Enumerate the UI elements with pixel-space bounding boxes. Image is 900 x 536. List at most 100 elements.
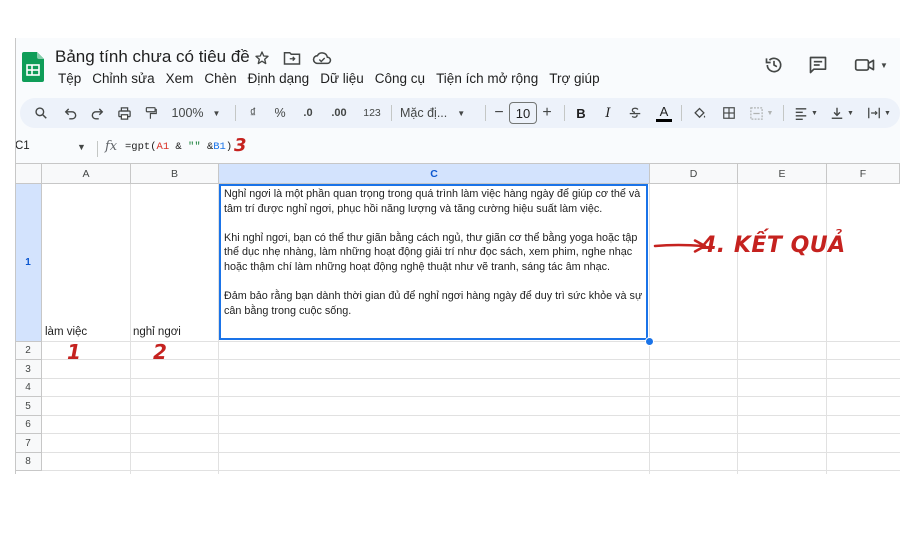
chevron-down-icon: ▼ xyxy=(884,109,891,117)
fill-handle[interactable] xyxy=(645,337,654,346)
annotation-result: 4. KẾT QUẢ xyxy=(701,233,846,258)
title-actions xyxy=(251,47,333,69)
column-header-b[interactable]: B xyxy=(131,164,219,184)
star-icon[interactable] xyxy=(251,47,273,69)
row-header-4[interactable]: 4 xyxy=(15,379,42,397)
search-menus-icon[interactable] xyxy=(30,98,52,128)
c1-paragraph: Nghỉ ngơi là một phần quan trọng trong q… xyxy=(224,188,641,215)
formula-text: & xyxy=(200,141,214,153)
decrease-font-size-icon[interactable]: − xyxy=(492,98,506,128)
zoom-select[interactable]: 100% ▼ xyxy=(170,98,222,128)
menu-data[interactable]: Dữ liệu xyxy=(317,71,369,86)
print-icon[interactable] xyxy=(113,98,135,128)
toolbar-divider xyxy=(783,105,784,121)
grid-line xyxy=(42,378,900,379)
c1-paragraph: Đảm bảo rằng bạn dành thời gian đủ để ng… xyxy=(224,290,643,317)
undo-icon[interactable] xyxy=(60,98,82,128)
more-formats-button[interactable]: 123 xyxy=(359,98,385,128)
italic-button[interactable]: I xyxy=(599,98,617,128)
bold-button[interactable]: B xyxy=(572,98,590,128)
grid-line xyxy=(42,415,900,416)
formula-bar: C1 ▼ fx =gpt(A1 & "" &B1) 3 xyxy=(15,135,900,162)
column-header-a[interactable]: A xyxy=(42,164,131,184)
decrease-decimal-button[interactable]: .0 xyxy=(297,98,319,128)
chevron-down-icon[interactable]: ▼ xyxy=(77,142,86,152)
menu-file[interactable]: Tệp xyxy=(55,71,86,86)
formula-divider xyxy=(97,141,98,157)
row-header-3[interactable]: 3 xyxy=(15,360,42,379)
cell-a1[interactable]: làm việc xyxy=(45,326,87,338)
meet-dropdown-icon[interactable]: ▼ xyxy=(880,61,888,70)
cell-b1[interactable]: nghỉ ngơi xyxy=(133,326,181,338)
formula-input[interactable]: =gpt(A1 & "" &B1) xyxy=(125,141,232,153)
select-all-corner[interactable] xyxy=(15,164,42,184)
redo-icon[interactable] xyxy=(86,98,108,128)
toolbar-divider xyxy=(485,105,486,121)
version-history-icon[interactable] xyxy=(763,54,785,76)
menu-view[interactable]: Xem xyxy=(163,71,199,86)
menu-extensions[interactable]: Tiện ích mở rộng xyxy=(433,71,543,86)
column-header-e[interactable]: E xyxy=(738,164,827,184)
menu-insert[interactable]: Chèn xyxy=(201,71,241,86)
column-header-f[interactable]: F xyxy=(827,164,900,184)
toolbar-divider xyxy=(564,105,565,121)
cell-c1-selected[interactable]: Nghỉ ngơi là một phần quan trọng trong q… xyxy=(219,184,648,340)
zoom-value: 100% xyxy=(171,106,204,120)
grid-line xyxy=(42,433,900,434)
font-family-select[interactable]: Mặc đị... ▼ xyxy=(400,98,482,128)
horizontal-align-icon[interactable]: ▼ xyxy=(790,98,822,128)
grid-line xyxy=(649,184,650,474)
formula-string: "" xyxy=(188,141,201,153)
menu-edit[interactable]: Chỉnh sửa xyxy=(89,71,159,86)
text-color-button[interactable]: A xyxy=(654,98,674,128)
c1-paragraph: Khi nghỉ ngơi, bạn có thể thư giãn bằng … xyxy=(224,231,638,273)
window-edge xyxy=(15,38,16,474)
annotation-step-3: 3 xyxy=(234,135,247,156)
borders-icon[interactable] xyxy=(718,98,740,128)
row-header-2[interactable]: 2 xyxy=(15,342,42,360)
format-percent-button[interactable]: % xyxy=(271,98,289,128)
header-right-actions: ▼ xyxy=(763,54,891,76)
menu-format[interactable]: Định dạng xyxy=(245,71,315,86)
menu-help[interactable]: Trợ giúp xyxy=(546,71,604,86)
annotation-step-1: 1 xyxy=(67,340,81,364)
menu-tools[interactable]: Công cụ xyxy=(372,71,430,86)
comments-icon[interactable] xyxy=(807,54,829,76)
menu-bar: Tệp Chỉnh sửa Xem Chèn Định dạng Dữ liệu… xyxy=(55,71,608,86)
fill-color-icon[interactable] xyxy=(688,98,710,128)
formula-text: =gpt( xyxy=(125,141,157,153)
chevron-down-icon: ▼ xyxy=(811,109,818,117)
name-box[interactable]: C1 xyxy=(15,140,30,152)
meet-icon[interactable]: ▼ xyxy=(851,54,891,76)
text-color-swatch xyxy=(656,118,672,122)
toolbar-divider xyxy=(235,105,236,121)
format-currency-button[interactable]: ₫ xyxy=(244,98,262,128)
font-family-value: Mặc đị... xyxy=(400,106,448,120)
formula-ref-a1: A1 xyxy=(156,141,170,153)
row-header-1[interactable]: 1 xyxy=(15,184,42,342)
strikethrough-icon[interactable] xyxy=(626,98,644,128)
row-header-8[interactable]: 8 xyxy=(15,453,42,471)
grid-line xyxy=(130,184,131,474)
paint-format-icon[interactable] xyxy=(140,98,162,128)
formula-ref-b1: B1 xyxy=(213,141,226,153)
merge-cells-icon[interactable]: ▼ xyxy=(746,98,776,128)
row-header-7[interactable]: 7 xyxy=(15,434,42,453)
text-wrapping-icon[interactable]: ▼ xyxy=(862,98,896,128)
font-size-input[interactable]: 10 xyxy=(509,102,537,124)
document-title[interactable]: Bảng tính chưa có tiêu đề xyxy=(55,47,250,67)
cloud-status-icon[interactable] xyxy=(311,47,333,69)
increase-font-size-icon[interactable]: + xyxy=(540,98,554,128)
function-icon: fx xyxy=(105,139,118,154)
increase-decimal-button[interactable]: .00 xyxy=(326,98,352,128)
move-to-folder-icon[interactable] xyxy=(281,47,303,69)
cell-c1-content: Nghỉ ngơi là một phần quan trọng trong q… xyxy=(224,187,649,318)
row-header-5[interactable]: 5 xyxy=(15,397,42,416)
column-header-c[interactable]: C xyxy=(219,164,650,184)
chevron-down-icon: ▼ xyxy=(457,108,466,118)
formula-text: ) xyxy=(225,141,233,153)
sheets-logo-icon[interactable] xyxy=(22,52,44,82)
column-header-d[interactable]: D xyxy=(650,164,738,184)
vertical-align-icon[interactable]: ▼ xyxy=(826,98,858,128)
row-header-6[interactable]: 6 xyxy=(15,416,42,434)
